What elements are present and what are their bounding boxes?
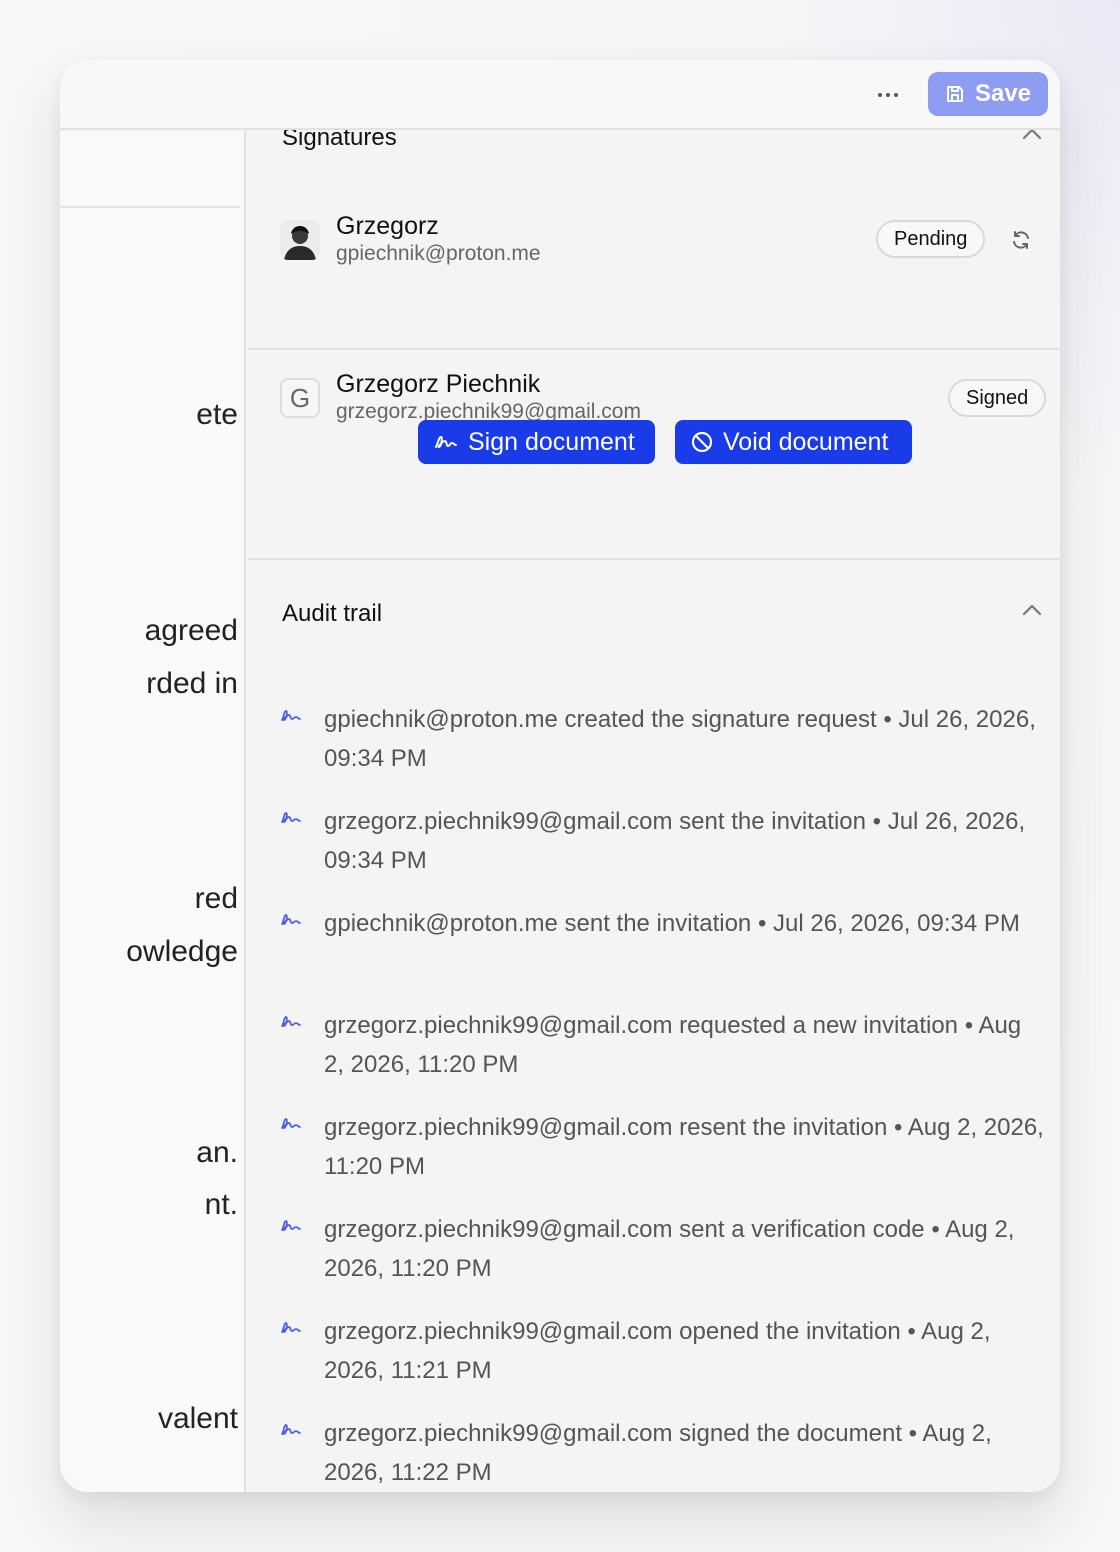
divider	[60, 206, 240, 208]
refresh-icon[interactable]	[1010, 229, 1032, 251]
sign-document-button[interactable]: Sign document	[418, 420, 655, 464]
divider	[248, 348, 1060, 350]
chevron-up-icon[interactable]	[1020, 130, 1044, 142]
signature-icon	[281, 1424, 301, 1435]
audit-entry-text: grzegorz.piechnik99@gmail.com sent the i…	[324, 808, 1026, 874]
document-text-fragment: agreed	[144, 614, 238, 647]
signatures-section-title: Signatures	[282, 130, 397, 151]
audit-entry-text: gpiechnik@proton.me sent the invitation …	[324, 910, 1020, 937]
signer-name: Grzegorz	[336, 212, 439, 240]
more-horizontal-icon	[878, 93, 882, 97]
signature-icon	[435, 436, 457, 448]
document-text-fragment: ete	[196, 398, 238, 431]
signature-icon	[281, 914, 301, 925]
void-document-button[interactable]: Void document	[675, 420, 912, 464]
more-options-button[interactable]	[868, 80, 908, 110]
document-window: Save ete agreed rded in red owledge an. …	[60, 60, 1060, 1492]
document-content-panel: ete agreed rded in red owledge an. nt. v…	[60, 130, 246, 1492]
void-document-label: Void document	[723, 427, 889, 456]
document-text-fragment: rded in	[146, 667, 238, 700]
document-text-fragment: valent	[157, 1402, 238, 1435]
signature-icon	[281, 1220, 301, 1231]
document-text-fragment: an.	[196, 1136, 238, 1169]
audit-entry-text: grzegorz.piechnik99@gmail.com resent the…	[324, 1114, 1044, 1180]
avatar	[280, 220, 320, 260]
signer-row: G Grzegorz Piechnik grzegorz.piechnik99@…	[248, 368, 1060, 428]
document-text-fragment: owledge	[126, 935, 238, 968]
divider	[248, 558, 1060, 560]
signature-icon	[281, 1016, 301, 1027]
save-button[interactable]: Save	[928, 72, 1048, 116]
signature-sidebar: Signatures Grzegorz gpiechnik@proton.me …	[248, 130, 1060, 1492]
audit-entry-text: grzegorz.piechnik99@gmail.com signed the…	[324, 1420, 992, 1486]
floppy-disk-icon	[946, 86, 963, 102]
avatar: G	[280, 378, 320, 418]
save-button-label: Save	[974, 80, 1032, 107]
ban-icon	[691, 431, 713, 453]
audit-entry-text: grzegorz.piechnik99@gmail.com sent a ver…	[324, 1216, 1015, 1282]
audit-entry-text: grzegorz.piechnik99@gmail.com opened the…	[324, 1318, 991, 1384]
document-text-fragment: red	[194, 882, 238, 915]
chevron-up-icon[interactable]	[1020, 602, 1044, 618]
document-text-fragment: nt.	[204, 1188, 238, 1221]
user-photo-icon	[280, 220, 320, 260]
audit-entry-text: gpiechnik@proton.me created the signatur…	[324, 706, 1036, 772]
signature-icon	[281, 710, 301, 721]
top-toolbar: Save	[60, 60, 1060, 130]
status-badge: Signed	[948, 379, 1047, 417]
sign-document-label: Sign document	[468, 427, 635, 456]
audit-trail-title: Audit trail	[282, 600, 383, 627]
signer-name: Grzegorz Piechnik	[336, 370, 541, 398]
signature-icon	[281, 1118, 301, 1129]
signer-email: gpiechnik@proton.me	[336, 242, 541, 265]
audit-entry-text: grzegorz.piechnik99@gmail.com requested …	[324, 1012, 1022, 1078]
avatar-letter: G	[289, 382, 311, 413]
signature-icon	[281, 812, 301, 823]
status-badge: Pending	[876, 220, 986, 258]
signer-row: Grzegorz gpiechnik@proton.me Pending	[248, 210, 1060, 270]
signature-icon	[281, 1322, 301, 1333]
